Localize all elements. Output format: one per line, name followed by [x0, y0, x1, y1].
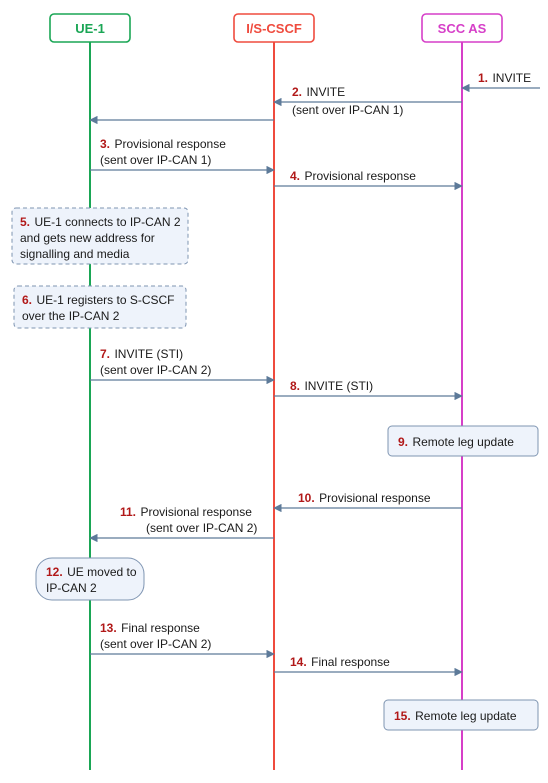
svg-text:12. UE moved to: 12. UE moved to — [46, 563, 137, 580]
svg-text:and gets new address for: and gets new address for — [20, 231, 155, 245]
svg-text:(sent over IP-CAN 1): (sent over IP-CAN 1) — [100, 153, 211, 167]
svg-text:10. Provisional response: 10. Provisional response — [298, 489, 431, 506]
msg-8: 8. INVITE (STI) — [274, 377, 462, 396]
svg-text:3. Provisional response: 3. Provisional response — [100, 135, 226, 152]
msg-1: 1. INVITE — [462, 69, 540, 88]
svg-text:4. Provisional response: 4. Provisional response — [290, 167, 416, 184]
lane-scc: SCC AS — [422, 14, 502, 770]
note-5: 5. UE-1 connects to IP-CAN 2 and gets ne… — [12, 208, 188, 264]
msg-10: 10. Provisional response — [274, 489, 462, 508]
svg-text:1. INVITE: 1. INVITE — [478, 69, 531, 86]
svg-text:14. Final response: 14. Final response — [290, 653, 390, 670]
svg-text:(sent over IP-CAN 2): (sent over IP-CAN 2) — [100, 637, 211, 651]
lane-cscf-label: I/S-CSCF — [246, 21, 302, 36]
svg-text:over the IP-CAN 2: over the IP-CAN 2 — [22, 309, 120, 323]
svg-text:5. UE-1 connects to IP-CAN 2: 5. UE-1 connects to IP-CAN 2 — [20, 213, 181, 230]
lane-ue-label: UE-1 — [75, 21, 105, 36]
msg-2-right: 2. INVITE (sent over IP-CAN 1) — [274, 83, 462, 117]
svg-text:(sent over IP-CAN 1): (sent over IP-CAN 1) — [292, 103, 403, 117]
note-6: 6. UE-1 registers to S-CSCF over the IP-… — [14, 286, 186, 328]
msg-4: 4. Provisional response — [274, 167, 462, 186]
svg-text:IP-CAN 2: IP-CAN 2 — [46, 581, 97, 595]
svg-text:2. INVITE: 2. INVITE — [292, 83, 345, 100]
svg-text:7. INVITE (STI): 7. INVITE (STI) — [100, 345, 183, 362]
note-12: 12. UE moved to IP-CAN 2 — [36, 558, 144, 600]
msg-14: 14. Final response — [274, 653, 462, 672]
msg-11: 11. Provisional response (sent over IP-C… — [90, 503, 274, 538]
note-9: 9. Remote leg update — [388, 426, 538, 456]
svg-text:6. UE-1 registers to S-CSCF: 6. UE-1 registers to S-CSCF — [22, 291, 175, 308]
svg-text:13. Final response: 13. Final response — [100, 619, 200, 636]
lane-scc-label: SCC AS — [438, 21, 487, 36]
sequence-diagram: UE-1 I/S-CSCF SCC AS 1. INVITE 2. INVITE… — [0, 0, 548, 783]
lane-ue: UE-1 — [50, 14, 130, 770]
svg-text:signalling and media: signalling and media — [20, 247, 130, 261]
svg-text:9. Remote leg update: 9. Remote leg update — [398, 433, 514, 450]
msg-13: 13. Final response (sent over IP-CAN 2) — [90, 619, 274, 654]
msg-7: 7. INVITE (STI) (sent over IP-CAN 2) — [90, 345, 274, 380]
svg-text:(sent over IP-CAN 2): (sent over IP-CAN 2) — [146, 521, 257, 535]
msg-3: 3. Provisional response (sent over IP-CA… — [90, 135, 274, 170]
svg-text:(sent over IP-CAN 2): (sent over IP-CAN 2) — [100, 363, 211, 377]
note-15: 15. Remote leg update — [384, 700, 538, 730]
svg-text:15. Remote leg update: 15. Remote leg update — [394, 707, 517, 724]
svg-text:11. Provisional response: 11. Provisional response — [120, 503, 252, 520]
svg-text:8. INVITE (STI): 8. INVITE (STI) — [290, 377, 373, 394]
